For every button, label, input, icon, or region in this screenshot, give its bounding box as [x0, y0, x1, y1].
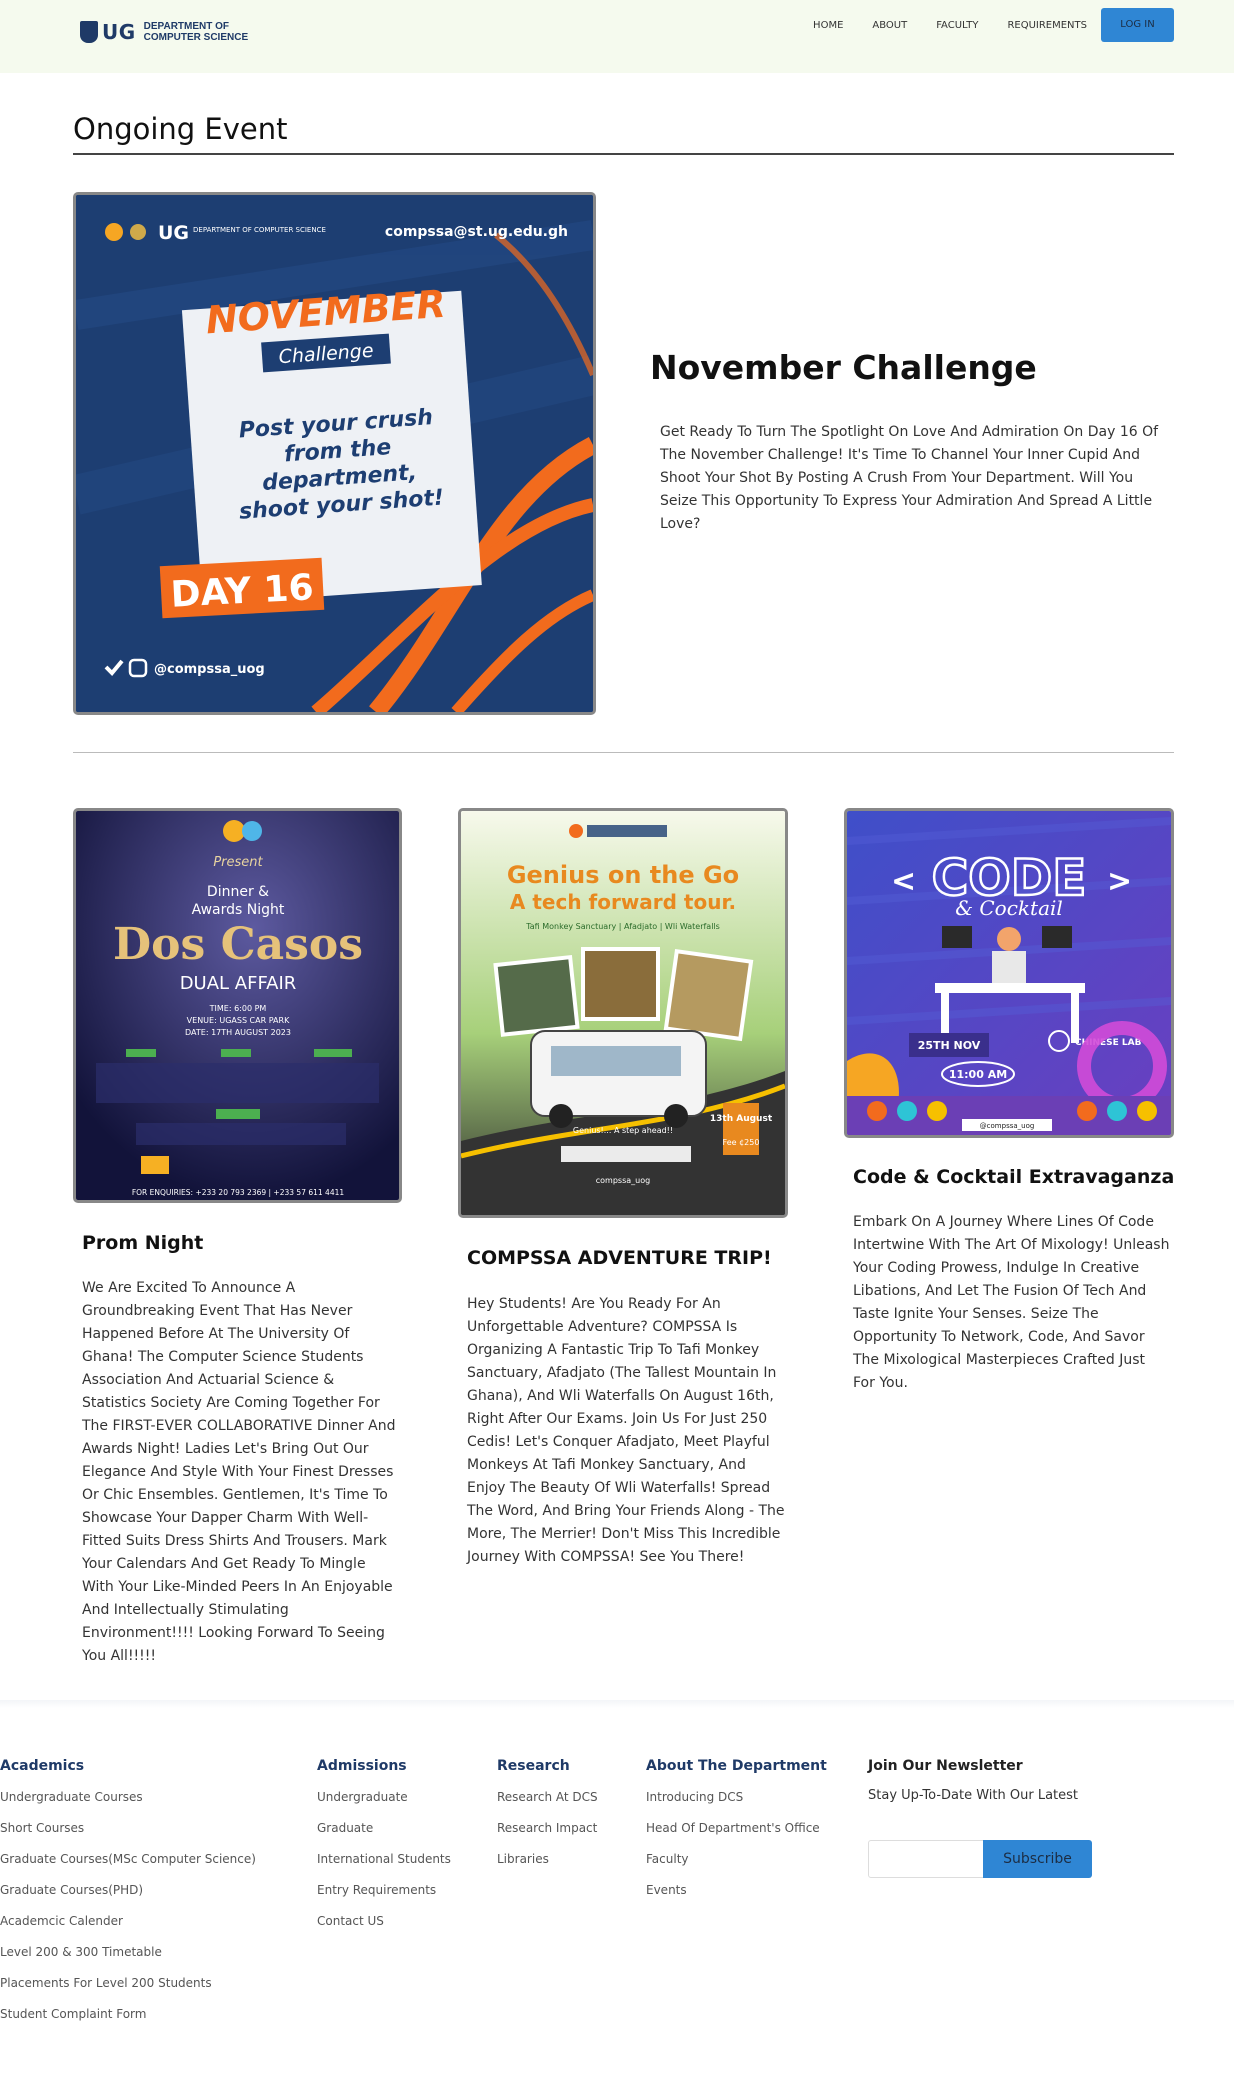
- footer-about: About The Department Introducing DCS Hea…: [646, 1758, 827, 1912]
- footer-link[interactable]: Student Complaint Form: [0, 2005, 256, 2036]
- footer-link[interactable]: Research At DCS: [497, 1788, 598, 1819]
- code-handle: @compssa_uog: [980, 1122, 1035, 1130]
- section-divider: [73, 153, 1174, 155]
- svg-text:>: >: [1107, 864, 1132, 899]
- prom-enquiries: FOR ENQUIRIES: +233 20 793 2369 | +233 5…: [132, 1188, 345, 1197]
- newsletter-text: Stay Up-To-Date With Our Latest: [868, 1788, 1078, 1803]
- event-description-prom-night: We Are Excited To Announce A Groundbreak…: [82, 1280, 396, 1664]
- prom-present: Present: [213, 855, 263, 870]
- trip-fee: Fee ¢250: [723, 1138, 760, 1147]
- trip-handle: compssa_uog: [596, 1176, 650, 1185]
- site-header: UG DEPARTMENT OF COMPUTER SCIENCE HOME A…: [0, 0, 1234, 73]
- code-cocktail-poster[interactable]: < > CODE & Cocktail 25TH NOV CHINESE LAB…: [844, 808, 1174, 1138]
- footer-admissions: Admissions Undergraduate Graduate Intern…: [317, 1758, 451, 1943]
- newsletter-email-input[interactable]: [868, 1840, 986, 1878]
- footer-divider: [0, 1700, 1234, 1708]
- event-title-prom-night[interactable]: Prom Night: [82, 1232, 203, 1254]
- footer-link[interactable]: Undergraduate Courses: [0, 1788, 256, 1819]
- footer-academics-title: Academics: [0, 1758, 85, 1774]
- footer-link[interactable]: International Students: [317, 1850, 451, 1881]
- ongoing-event-title: November Challenge: [650, 348, 1037, 387]
- footer-link[interactable]: Introducing DCS: [646, 1788, 827, 1819]
- footer-link[interactable]: Graduate Courses(MSc Computer Science): [0, 1850, 256, 1881]
- footer-link[interactable]: Level 200 & 300 Timetable: [0, 1943, 256, 1974]
- code-time: 11:00 AM: [949, 1068, 1007, 1081]
- event-title-adventure-trip[interactable]: COMPSSA ADVENTURE TRIP!: [467, 1247, 772, 1269]
- footer-link[interactable]: Faculty: [646, 1850, 827, 1881]
- event-title-code-cocktail[interactable]: Code & Cocktail Extravaganza: [853, 1166, 1174, 1188]
- ongoing-event-description: Get Ready To Turn The Spotlight On Love …: [660, 424, 1159, 532]
- footer-link[interactable]: Events: [646, 1881, 827, 1912]
- main-nav: HOME ABOUT FACULTY REQUIREMENTS LOG IN: [784, 8, 1174, 42]
- footer-admissions-title: Admissions: [317, 1758, 407, 1774]
- section-divider: [73, 752, 1174, 753]
- footer-link[interactable]: Graduate: [317, 1819, 451, 1850]
- trip-sub: A tech forward tour.: [510, 890, 736, 914]
- crest-icon: [80, 21, 98, 43]
- trip-places: Tafi Monkey Sanctuary | Afadjato | Wli W…: [525, 922, 720, 931]
- prom-time: TIME: 6:00 PM: [209, 1004, 267, 1013]
- event-description-code-cocktail: Embark On A Journey Where Lines Of Code …: [853, 1214, 1170, 1391]
- poster-ug-text: UG: [158, 222, 189, 244]
- login-button[interactable]: LOG IN: [1101, 8, 1174, 42]
- cocktail-subtitle: & Cocktail: [955, 896, 1063, 920]
- prom-date: DATE: 17TH AUGUST 2023: [185, 1028, 291, 1037]
- footer-link[interactable]: Academcic Calender: [0, 1912, 256, 1943]
- prom-line1: Dinner &: [207, 884, 269, 900]
- trip-date-badge: 13th August: [710, 1114, 773, 1124]
- nav-requirements[interactable]: REQUIREMENTS: [1007, 20, 1087, 31]
- prom-line2: Awards Night: [192, 902, 285, 918]
- event-description-adventure-trip: Hey Students! Are You Ready For An Unfor…: [467, 1296, 785, 1565]
- footer-link[interactable]: Libraries: [497, 1850, 598, 1881]
- footer-research-title: Research: [497, 1758, 570, 1774]
- logo-department-text: DEPARTMENT OF COMPUTER SCIENCE: [143, 21, 249, 43]
- code-date: 25TH NOV: [918, 1039, 981, 1052]
- poster-handle: @compssa_uog: [154, 662, 265, 677]
- footer-research: Research Research At DCS Research Impact…: [497, 1758, 598, 1881]
- footer-link[interactable]: Short Courses: [0, 1819, 256, 1850]
- footer-link[interactable]: Entry Requirements: [317, 1881, 451, 1912]
- trip-heading: Genius on the Go: [507, 861, 739, 889]
- logo-ug-text: UG: [102, 20, 136, 44]
- poster-day: DAY 16: [170, 567, 315, 615]
- footer-newsletter: Join Our Newsletter Stay Up-To-Date With…: [868, 1758, 1078, 1803]
- footer-link[interactable]: Undergraduate: [317, 1788, 451, 1819]
- prom-venue: VENUE: UGASS CAR PARK: [187, 1016, 290, 1025]
- prom-sub: DUAL AFFAIR: [180, 973, 297, 994]
- svg-text:<: <: [891, 864, 916, 899]
- adventure-trip-poster[interactable]: Genius on the Go A tech forward tour. Ta…: [458, 808, 788, 1218]
- prom-night-poster[interactable]: Present Dinner & Awards Night Dos Casos …: [73, 808, 402, 1203]
- subscribe-button[interactable]: Subscribe: [983, 1840, 1092, 1878]
- footer-about-title: About The Department: [646, 1758, 827, 1774]
- nav-faculty[interactable]: FACULTY: [936, 20, 978, 31]
- footer-link[interactable]: Research Impact: [497, 1819, 598, 1850]
- footer-link[interactable]: Graduate Courses(PHD): [0, 1881, 256, 1912]
- trip-tagline: Genius!... A step ahead!!: [573, 1126, 673, 1135]
- nav-about[interactable]: ABOUT: [872, 20, 907, 31]
- ongoing-event-heading: Ongoing Event: [73, 112, 288, 146]
- poster-email: compssa@st.ug.edu.gh: [385, 224, 568, 240]
- newsletter-title: Join Our Newsletter: [868, 1758, 1023, 1774]
- november-challenge-poster: UG DEPARTMENT OF COMPUTER SCIENCE compss…: [73, 192, 596, 715]
- nav-home[interactable]: HOME: [813, 20, 843, 31]
- footer-link[interactable]: Placements For Level 200 Students: [0, 1974, 256, 2005]
- poster-dept-text: DEPARTMENT OF COMPUTER SCIENCE: [193, 226, 326, 234]
- footer-academics: Academics Undergraduate Courses Short Co…: [0, 1758, 256, 2036]
- footer-link[interactable]: Head Of Department's Office: [646, 1819, 827, 1850]
- footer-link[interactable]: Contact US: [317, 1912, 451, 1943]
- site-logo[interactable]: UG DEPARTMENT OF COMPUTER SCIENCE: [80, 20, 264, 44]
- prom-big-title: Dos Casos: [113, 919, 363, 970]
